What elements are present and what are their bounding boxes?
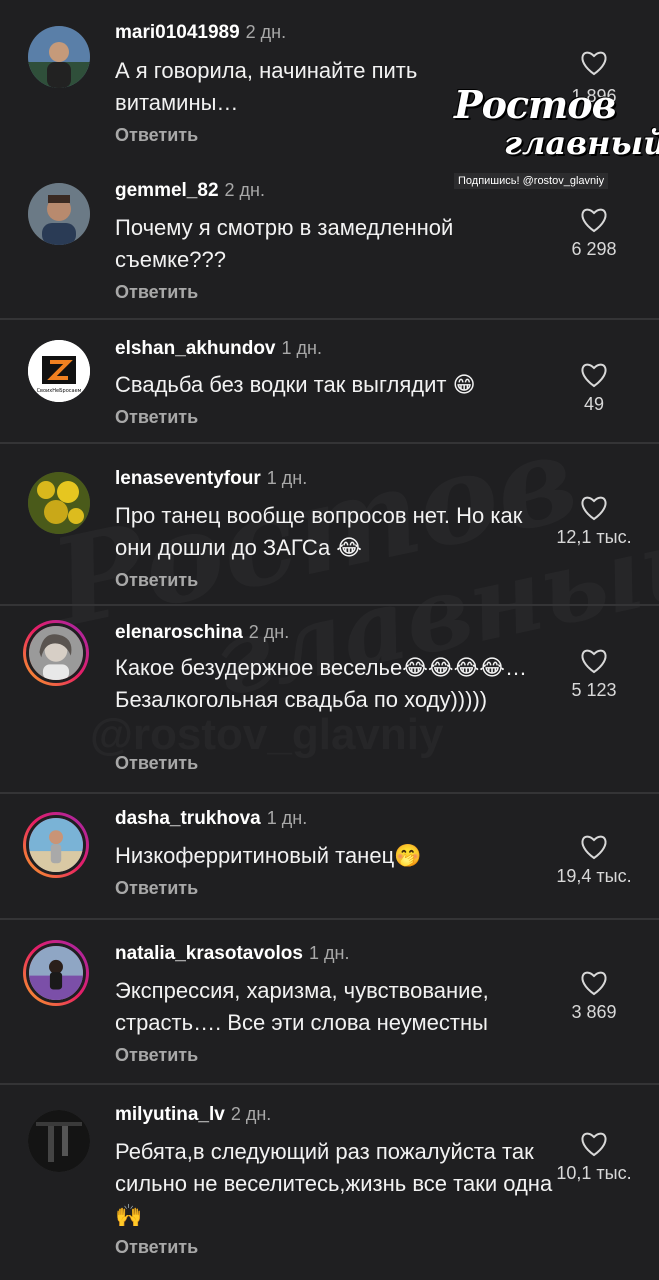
heart-icon[interactable] — [580, 362, 608, 388]
logo-line1: Ростов — [454, 82, 617, 127]
like-control[interactable]: 49 — [529, 362, 659, 415]
divider — [0, 442, 659, 444]
username[interactable]: natalia_krasotavolos — [115, 943, 303, 964]
username[interactable]: elshan_akhundov — [115, 338, 276, 359]
reply-button[interactable]: Ответить — [115, 753, 198, 774]
like-control[interactable]: 12,1 тыс. — [529, 495, 659, 548]
divider — [0, 604, 659, 606]
like-control[interactable]: 3 869 — [529, 970, 659, 1023]
heart-icon[interactable] — [580, 834, 608, 860]
like-control[interactable]: 5 123 — [529, 648, 659, 701]
like-count: 49 — [583, 394, 605, 414]
avatar-story-ring[interactable] — [23, 940, 89, 1006]
comment-text: Какое безудержное веселье😂😂😂😂… Безалкого… — [115, 655, 528, 712]
avatar[interactable]: СвоихНеБросаем — [28, 340, 90, 402]
comment-text: Почему я смотрю в замедленной съемке??? — [115, 215, 454, 272]
heart-icon[interactable] — [580, 495, 608, 521]
username[interactable]: gemmel_82 — [115, 180, 219, 201]
like-count: 3 869 — [571, 1002, 617, 1022]
username[interactable]: milyutina_lv — [115, 1104, 225, 1125]
username[interactable]: mari01041989 — [115, 22, 240, 43]
timestamp: 1 дн. — [281, 338, 322, 358]
username[interactable]: dasha_trukhova — [115, 808, 261, 829]
subscribe-caption: Подпишись! @rostov_glavniy — [454, 173, 609, 189]
heart-icon[interactable] — [580, 1131, 608, 1157]
comment-text: Экспрессия, харизма, чувствование, страс… — [115, 978, 489, 1035]
like-count: 19,4 тыс. — [556, 866, 632, 886]
avatar-story-ring[interactable] — [23, 620, 89, 686]
like-count: 5 123 — [571, 680, 617, 700]
avatar-caption: СвоихНеБросаем — [37, 388, 82, 394]
username[interactable]: lenaseventyfour — [115, 468, 261, 489]
reply-button[interactable]: Ответить — [115, 570, 198, 591]
timestamp: 2 дн. — [230, 1104, 272, 1124]
avatar[interactable] — [28, 183, 90, 245]
reply-button[interactable]: Ответить — [115, 282, 198, 303]
logo-line2: главный — [504, 124, 659, 162]
avatar-story-ring[interactable] — [23, 812, 89, 878]
avatar[interactable] — [28, 472, 90, 534]
reply-button[interactable]: Ответить — [115, 407, 198, 428]
timestamp: 1 дн. — [308, 943, 350, 963]
like-control[interactable]: 19,4 тыс. — [529, 834, 659, 887]
username[interactable]: elenaroschina — [115, 622, 243, 643]
comment-text: Ребята,в следующий раз пожалуйста так си… — [115, 1139, 553, 1228]
timestamp: 1 дн. — [266, 808, 308, 828]
like-control[interactable]: 10,1 тыс. — [529, 1131, 659, 1184]
divider — [0, 318, 659, 320]
comment-text: Свадьба без водки так выглядит 😁 — [115, 372, 476, 397]
channel-logo-watermark: Ростов главный Подпишись! @rostov_glavni… — [448, 80, 659, 192]
heart-icon[interactable] — [580, 970, 608, 996]
avatar[interactable] — [28, 26, 90, 88]
comment-text: Низкоферритиновый танец🤭 — [115, 843, 422, 868]
reply-button[interactable]: Ответить — [115, 1045, 198, 1066]
timestamp: 1 дн. — [266, 468, 308, 488]
timestamp: 2 дн. — [224, 180, 265, 200]
heart-icon[interactable] — [580, 50, 608, 76]
like-count: 6 298 — [571, 239, 617, 259]
heart-icon[interactable] — [580, 207, 608, 233]
divider — [0, 792, 659, 794]
timestamp: 2 дн. — [245, 22, 287, 42]
heart-icon[interactable] — [580, 648, 608, 674]
avatar[interactable] — [28, 1110, 90, 1172]
timestamp: 2 дн. — [248, 622, 290, 642]
reply-button[interactable]: Ответить — [115, 125, 198, 146]
comment-text: Про танец вообще вопросов нет. Но как он… — [115, 503, 523, 560]
like-count: 12,1 тыс. — [556, 527, 632, 547]
reply-button[interactable]: Ответить — [115, 1237, 198, 1258]
divider — [0, 1083, 659, 1085]
comment-text: А я говорила, начинайте пить витамины… — [115, 58, 418, 115]
divider — [0, 918, 659, 920]
like-count: 10,1 тыс. — [556, 1163, 632, 1183]
like-control[interactable]: 6 298 — [529, 207, 659, 260]
reply-button[interactable]: Ответить — [115, 878, 198, 899]
